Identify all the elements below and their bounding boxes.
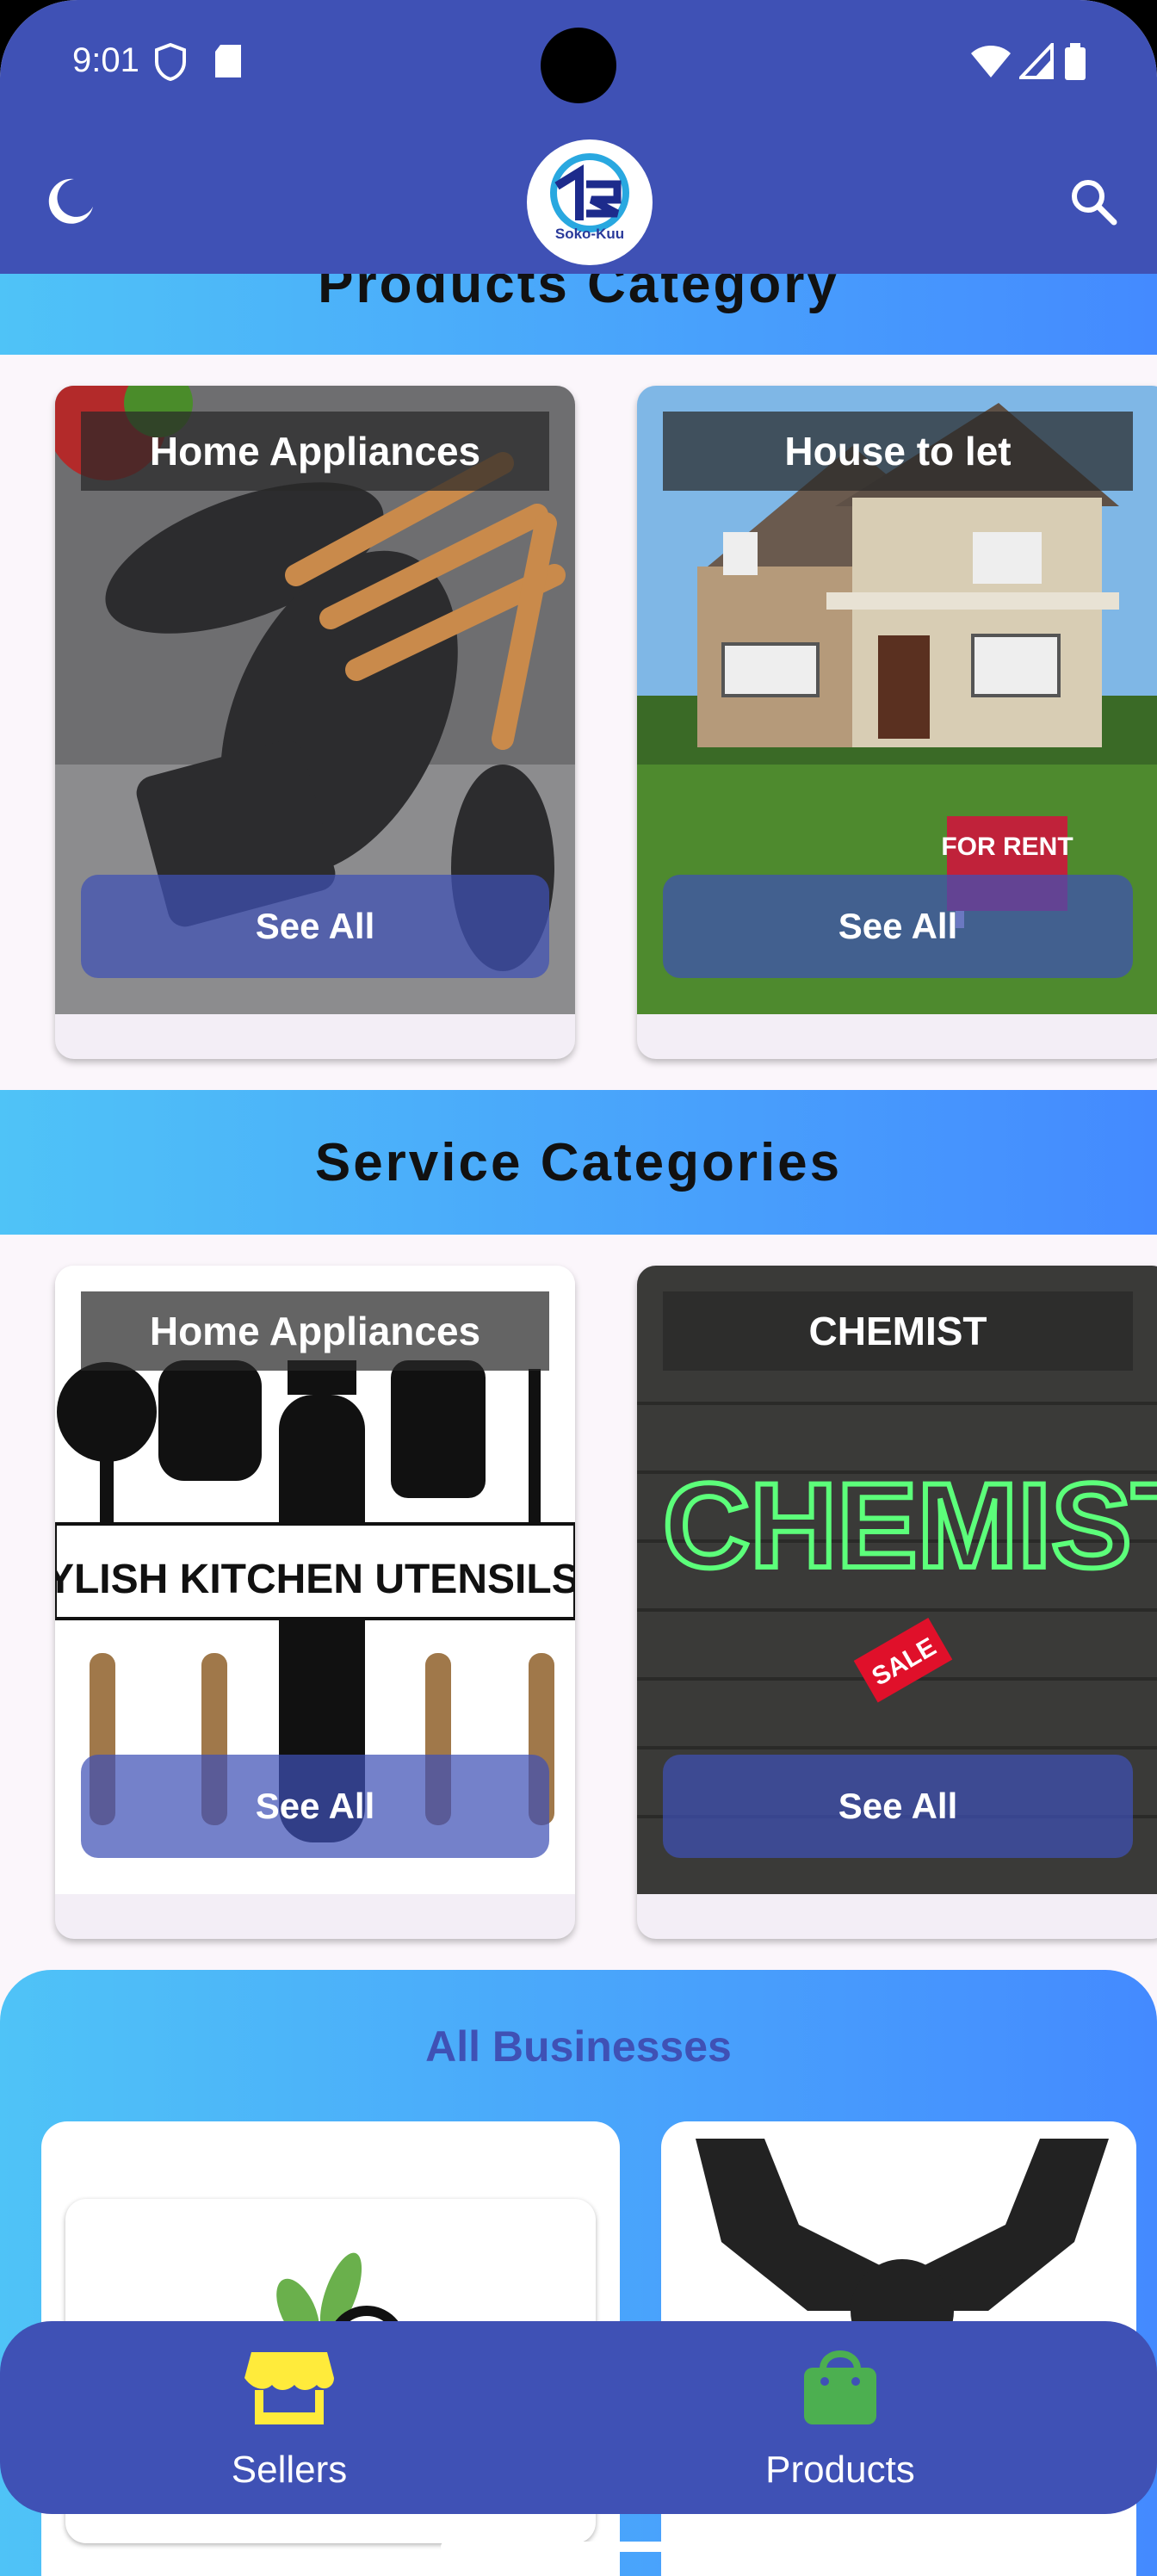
logo-text: Soko-Kuu [554, 226, 625, 242]
wrench-logo-icon [696, 2139, 1109, 2362]
battery-icon [1065, 43, 1086, 80]
service-categories-header: Service Categories [0, 1090, 1157, 1235]
card-title: Home Appliances [81, 1291, 549, 1371]
app-logo: Soko-Kuu [527, 139, 653, 265]
service-card-chemist[interactable]: CHEMIST SALE CHEMIST See All [637, 1266, 1157, 1939]
category-card-home-appliances[interactable]: Home Appliances See All [55, 386, 575, 1059]
see-all-button[interactable]: See All [81, 1755, 549, 1858]
for-rent-sign: FOR RENT [941, 833, 1073, 861]
card-title: House to let [663, 412, 1133, 491]
sd-card-icon [215, 45, 241, 77]
store-icon [244, 2352, 334, 2424]
signal-icon [1019, 43, 1054, 79]
cart-logo-icon [550, 153, 629, 232]
front-camera [541, 28, 616, 103]
service-categories-title: Service Categories [314, 1132, 843, 1192]
service-card-home-appliances[interactable]: STYLISH KITCHEN UTENSILS 25 Home Applian… [55, 1266, 575, 1939]
category-card-house-to-let[interactable]: FOR RENT House to let See All [637, 386, 1157, 1059]
card-title: CHEMIST [663, 1291, 1133, 1371]
app-bar: 9:01 Soko-Kuu [0, 0, 1157, 274]
shield-icon [155, 43, 186, 81]
nav-sellers[interactable]: Sellers [0, 2321, 578, 2514]
nav-sellers-label: Sellers [231, 2449, 348, 2491]
see-all-button[interactable]: See All [81, 875, 549, 978]
wifi-icon [971, 46, 1011, 77]
app-screen: Products Category Home Appliances See Al… [0, 0, 1157, 2576]
kitchen-image-text: STYLISH KITCHEN UTENSILS 25 [55, 1557, 575, 1602]
bottom-navigation: Sellers Products [0, 2321, 1157, 2514]
search-icon[interactable] [1067, 176, 1119, 227]
shopping-bag-icon [804, 2350, 876, 2424]
all-businesses-title: All Businesses [425, 2022, 732, 2071]
nav-products[interactable]: Products [551, 2321, 1129, 2514]
gesture-bar[interactable] [441, 2542, 716, 2552]
nav-products-label: Products [765, 2449, 915, 2491]
card-title: Home Appliances [81, 412, 549, 491]
chemist-neon-text: CHEMIST [663, 1458, 1157, 1593]
see-all-button[interactable]: See All [663, 1755, 1133, 1858]
status-time: 9:01 [72, 41, 139, 79]
see-all-button[interactable]: See All [663, 875, 1133, 978]
dark-mode-moon-icon[interactable] [45, 176, 96, 227]
